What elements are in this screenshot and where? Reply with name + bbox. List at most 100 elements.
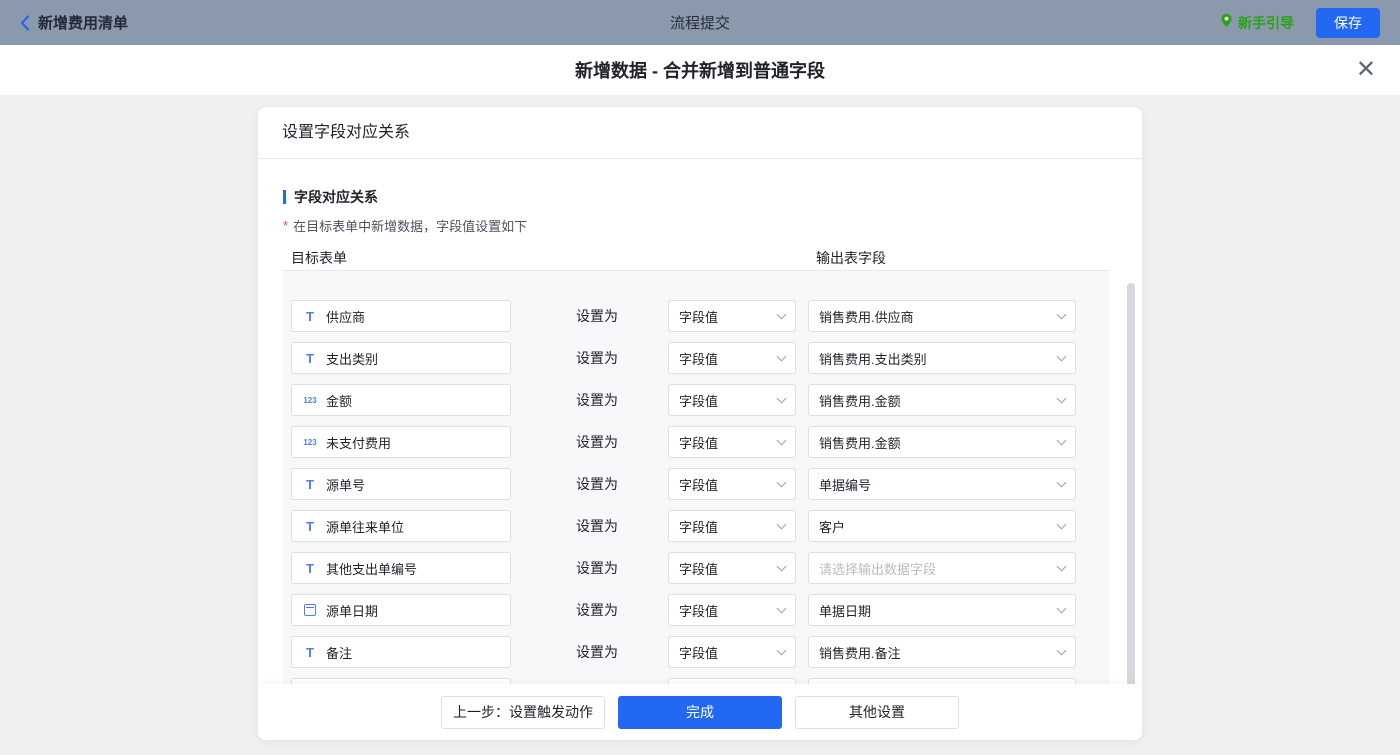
set-as-label: 设置为 — [576, 644, 618, 660]
target-field-input[interactable]: T 其他支出单编号 — [291, 552, 511, 584]
back-chevron-icon — [20, 14, 30, 31]
guide-label: 新手引导 — [1238, 14, 1294, 31]
output-field-select[interactable]: 销售费用.金额 — [808, 426, 1076, 458]
target-field-input[interactable]: T 源单号 — [291, 468, 511, 500]
finish-button[interactable]: 完成 — [618, 695, 782, 729]
column-header-target: 目标表单 — [291, 250, 347, 266]
mapping-note: * 在目标表单中新增数据，字段值设置如下 — [283, 218, 528, 234]
set-as-label: 设置为 — [576, 476, 618, 492]
field-mapping-card: 设置字段对应关系 字段对应关系 * 在目标表单中新增数据，字段值设置如下 目标表… — [258, 107, 1142, 740]
output-select-value: 销售费用.金额 — [819, 435, 901, 451]
target-field-label: 其他支出单编号 — [326, 561, 418, 577]
field-mapping-row: T 源单往来单位 设置为 字段值 客户 — [291, 510, 1110, 542]
set-as-label: 设置为 — [576, 350, 618, 366]
target-field-input[interactable]: 123 未支付费用 — [291, 426, 511, 458]
mode-select[interactable]: 字段值 — [668, 384, 796, 416]
output-select-value: 请选择输出数据字段 — [819, 561, 937, 577]
mode-select-value: 字段值 — [679, 603, 719, 619]
chevron-down-icon — [1056, 351, 1067, 361]
target-field-input[interactable]: T 源单往来单位 — [291, 510, 511, 542]
output-field-select[interactable]: 销售费用.金额 — [808, 384, 1076, 416]
text-field-icon: T — [306, 644, 314, 660]
column-header-output: 输出表字段 — [816, 250, 886, 266]
mapping-rows: T 供应商 设置为 字段值 销售费用.供应商 T 支出类别 设置为 字段值 销售… — [283, 270, 1110, 740]
chevron-down-icon — [776, 645, 787, 655]
chevron-down-icon — [776, 519, 787, 529]
card-footer: 上一步：设置触发动作 完成 其他设置 — [258, 684, 1142, 740]
chevron-down-icon — [776, 435, 787, 445]
target-field-input[interactable]: T 供应商 — [291, 300, 511, 332]
save-button[interactable]: 保存 — [1316, 7, 1380, 38]
chevron-down-icon — [776, 561, 787, 571]
back-button[interactable]: 新增费用清单 — [20, 12, 128, 33]
previous-step-button[interactable]: 上一步：设置触发动作 — [441, 695, 605, 729]
chevron-down-icon — [776, 477, 787, 487]
output-field-select[interactable]: 销售费用.支出类别 — [808, 342, 1076, 374]
dialog-background: 设置字段对应关系 字段对应关系 * 在目标表单中新增数据，字段值设置如下 目标表… — [0, 95, 1400, 755]
mode-select[interactable]: 字段值 — [668, 510, 796, 542]
card-title: 设置字段对应关系 — [258, 107, 1142, 159]
target-field-label: 供应商 — [326, 309, 366, 325]
mode-select[interactable]: 字段值 — [668, 594, 796, 626]
set-as-label: 设置为 — [576, 308, 618, 324]
chevron-down-icon — [1056, 435, 1067, 445]
target-field-input[interactable]: T 支出类别 — [291, 342, 511, 374]
card-body: 字段对应关系 * 在目标表单中新增数据，字段值设置如下 目标表单 输出表字段 T… — [258, 159, 1142, 740]
target-field-input[interactable]: 源单日期 — [291, 594, 511, 626]
other-settings-button[interactable]: 其他设置 — [795, 695, 959, 729]
target-field-label: 未支付费用 — [326, 435, 392, 451]
mode-select[interactable]: 字段值 — [668, 468, 796, 500]
back-label: 新增费用清单 — [38, 15, 129, 32]
mode-select[interactable]: 字段值 — [668, 300, 796, 332]
target-field-label: 源单号 — [326, 477, 366, 493]
output-field-select[interactable]: 单据日期 — [808, 594, 1076, 626]
set-as-label: 设置为 — [576, 518, 618, 534]
close-icon[interactable]: ✕ — [1356, 58, 1376, 82]
target-field-input[interactable]: 123 金额 — [291, 384, 511, 416]
mode-select-value: 字段值 — [679, 519, 719, 535]
chevron-down-icon — [1056, 603, 1067, 613]
flow-title: 流程提交 — [669, 15, 730, 32]
mode-select-value: 字段值 — [679, 351, 719, 367]
chevron-down-icon — [1056, 477, 1067, 487]
text-field-icon: T — [306, 476, 314, 492]
text-field-icon: T — [306, 350, 314, 366]
dialog-header: 新增数据 - 合并新增到普通字段 ✕ — [0, 45, 1400, 95]
text-field-icon: T — [306, 308, 314, 324]
mode-select[interactable]: 字段值 — [668, 342, 796, 374]
column-headers: 目标表单 输出表字段 — [291, 248, 1142, 270]
chevron-down-icon — [1056, 561, 1067, 571]
mode-select-value: 字段值 — [679, 477, 719, 493]
output-field-select[interactable]: 销售费用.供应商 — [808, 300, 1076, 332]
field-mapping-row: T 备注 设置为 字段值 销售费用.备注 — [291, 636, 1110, 668]
field-mapping-row: T 供应商 设置为 字段值 销售费用.供应商 — [291, 300, 1110, 332]
mode-select[interactable]: 字段值 — [668, 426, 796, 458]
field-mapping-row: T 源单号 设置为 字段值 单据编号 — [291, 468, 1110, 500]
target-field-label: 源单日期 — [326, 603, 379, 619]
target-field-input[interactable]: T 备注 — [291, 636, 511, 668]
number-field-icon: 123 — [303, 395, 317, 405]
mode-select[interactable]: 字段值 — [668, 636, 796, 668]
chevron-down-icon — [1056, 309, 1067, 319]
output-field-select[interactable]: 客户 — [808, 510, 1076, 542]
dialog-title: 新增数据 - 合并新增到普通字段 — [575, 61, 825, 81]
output-select-value: 销售费用.金额 — [819, 393, 901, 409]
output-field-select[interactable]: 单据编号 — [808, 468, 1076, 500]
target-field-label: 金额 — [326, 393, 353, 409]
target-field-label: 备注 — [326, 645, 353, 661]
mode-select-value: 字段值 — [679, 393, 719, 409]
chevron-down-icon — [776, 351, 787, 361]
guide-pin-icon — [1220, 13, 1233, 33]
output-select-value: 销售费用.备注 — [819, 645, 901, 661]
vertical-scrollbar[interactable] — [1127, 283, 1135, 688]
section-title: 字段对应关系 — [283, 187, 1142, 207]
mode-select-value: 字段值 — [679, 645, 719, 661]
required-asterisk: * — [283, 218, 289, 233]
beginner-guide-button[interactable]: 新手引导 — [1220, 13, 1294, 33]
output-field-select[interactable]: 销售费用.备注 — [808, 636, 1076, 668]
mode-select[interactable]: 字段值 — [668, 552, 796, 584]
set-as-label: 设置为 — [576, 602, 618, 618]
target-field-label: 支出类别 — [326, 351, 379, 367]
output-field-select[interactable]: 请选择输出数据字段 — [808, 552, 1076, 584]
output-select-value: 销售费用.供应商 — [819, 309, 914, 325]
